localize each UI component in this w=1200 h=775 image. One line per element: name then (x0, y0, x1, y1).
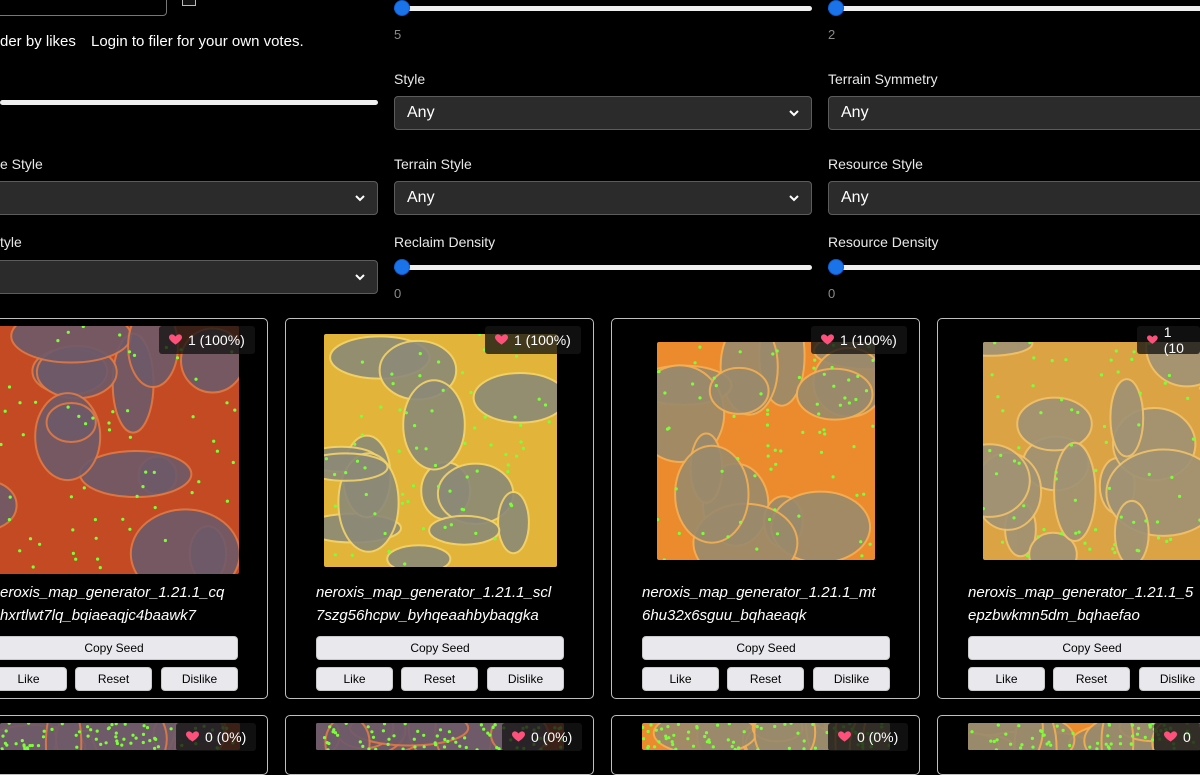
chevron-down-icon (355, 274, 365, 281)
like-button[interactable]: Like (0, 667, 67, 691)
map-preview-image[interactable] (324, 334, 557, 567)
style-label: Style (394, 71, 426, 87)
likes-badge: 1 (100%) (159, 326, 255, 354)
reclaim-density-slider[interactable] (394, 259, 812, 275)
copy-seed-button[interactable]: Copy Seed (0, 636, 238, 660)
resource-style-label: Resource Style (828, 156, 923, 172)
heart-icon (512, 731, 525, 742)
heart-icon (1147, 335, 1158, 344)
chevron-down-icon (789, 195, 799, 202)
reset-button[interactable]: Reset (401, 667, 478, 691)
reset-button[interactable]: Reset (727, 667, 804, 691)
top-slider-1[interactable] (394, 0, 812, 16)
resource-style-select[interactable]: Any (828, 181, 1200, 215)
terrain-symmetry-value: Any (841, 104, 869, 121)
resource-density-label: Resource Density (828, 234, 939, 250)
copy-seed-button[interactable]: Copy Seed (642, 636, 890, 660)
dislike-button[interactable]: Dislike (1139, 667, 1200, 691)
reset-button[interactable]: Reset (1053, 667, 1130, 691)
left-slider-track[interactable] (0, 100, 378, 105)
heart-icon (186, 731, 199, 742)
map-name-line-2: 7szg56hcpw_byhqeaahbybaqgka (316, 607, 539, 624)
top-slider-2-value: 2 (828, 27, 836, 42)
terrain-style-value: Any (407, 189, 435, 206)
map-name-line-1: neroxis_map_generator_1.21.1_scl (316, 584, 552, 601)
likes-count: 0 (0%) (531, 729, 573, 745)
likes-count: 0 (0%) (857, 729, 899, 745)
terrain-style-select[interactable]: Any (394, 181, 812, 215)
map-preview-image[interactable] (983, 342, 1200, 560)
map-name-line-2: hxrtlwt7lq_bqiaeaqjc4baawk7 (0, 607, 196, 624)
map-name-line-1: neroxis_map_generator_1.21.1_mt (642, 584, 876, 601)
heart-icon (169, 334, 182, 345)
reset-button[interactable]: Reset (75, 667, 152, 691)
resource-density-value: 0 (828, 286, 836, 301)
resource-style-value: Any (841, 189, 869, 206)
likes-badge: 0 (1154, 723, 1200, 751)
map-preview-image[interactable] (657, 342, 875, 560)
heart-icon (821, 334, 834, 345)
likes-badge: 1 (10 (1137, 324, 1200, 356)
search-input[interactable] (0, 0, 167, 16)
resource-density-slider[interactable] (828, 259, 1200, 275)
order-by-likes-label: der by likes (0, 33, 76, 50)
dislike-button[interactable]: Dislike (813, 667, 890, 691)
copy-seed-button[interactable]: Copy Seed (316, 636, 564, 660)
chevron-down-icon (355, 195, 365, 202)
dislike-button[interactable]: Dislike (161, 667, 238, 691)
reclaim-density-label: Reclaim Density (394, 234, 496, 250)
chevron-down-icon (789, 110, 799, 117)
login-hint: Login to filer for your own votes. (91, 33, 304, 50)
like-button[interactable]: Like (316, 667, 393, 691)
terrain-symmetry-label: Terrain Symmetry (828, 71, 938, 87)
map-name-line-2: epzbwkmn5dm_bqhaefao (968, 607, 1140, 624)
left-style-label: e Style (0, 156, 43, 172)
map-name-line-1: eroxis_map_generator_1.21.1_cq (0, 584, 225, 601)
map-name-line-1: neroxis_map_generator_1.21.1_5 (968, 584, 1194, 601)
likes-badge: 0 (0%) (502, 723, 583, 751)
like-button[interactable]: Like (642, 667, 719, 691)
left-style-select[interactable] (0, 181, 378, 215)
copy-seed-button[interactable]: Copy Seed (968, 636, 1200, 660)
heart-icon (495, 334, 508, 345)
order-by-likes-checkbox[interactable] (182, 0, 196, 6)
likes-count: 1 (100%) (840, 332, 897, 348)
likes-count: 1 (100%) (514, 332, 571, 348)
likes-count: 1 (100%) (188, 332, 245, 348)
left-style3-select[interactable] (0, 260, 378, 294)
left-style3-label: tyle (0, 234, 22, 250)
top-slider-1-value: 5 (394, 27, 402, 42)
likes-count: 1 (10 (1163, 324, 1184, 356)
heart-icon (1164, 731, 1177, 742)
dislike-button[interactable]: Dislike (487, 667, 564, 691)
top-slider-2[interactable] (828, 0, 1200, 16)
likes-badge: 1 (100%) (485, 326, 581, 354)
likes-badge: 0 (0%) (828, 723, 909, 751)
style-select[interactable]: Any (394, 96, 812, 130)
like-button[interactable]: Like (968, 667, 1045, 691)
likes-count: 0 (0%) (205, 729, 247, 745)
likes-badge: 1 (100%) (811, 326, 907, 354)
style-select-value: Any (407, 104, 435, 121)
terrain-style-label: Terrain Style (394, 156, 472, 172)
map-name-line-2: 6hu32x6sguu_bqhaeaqk (642, 607, 807, 624)
terrain-symmetry-select[interactable]: Any (828, 96, 1200, 130)
map-preview-image[interactable] (0, 326, 239, 574)
likes-count: 0 (1183, 729, 1191, 745)
heart-icon (838, 731, 851, 742)
likes-badge: 0 (0%) (176, 723, 257, 751)
reclaim-density-value: 0 (394, 286, 402, 301)
